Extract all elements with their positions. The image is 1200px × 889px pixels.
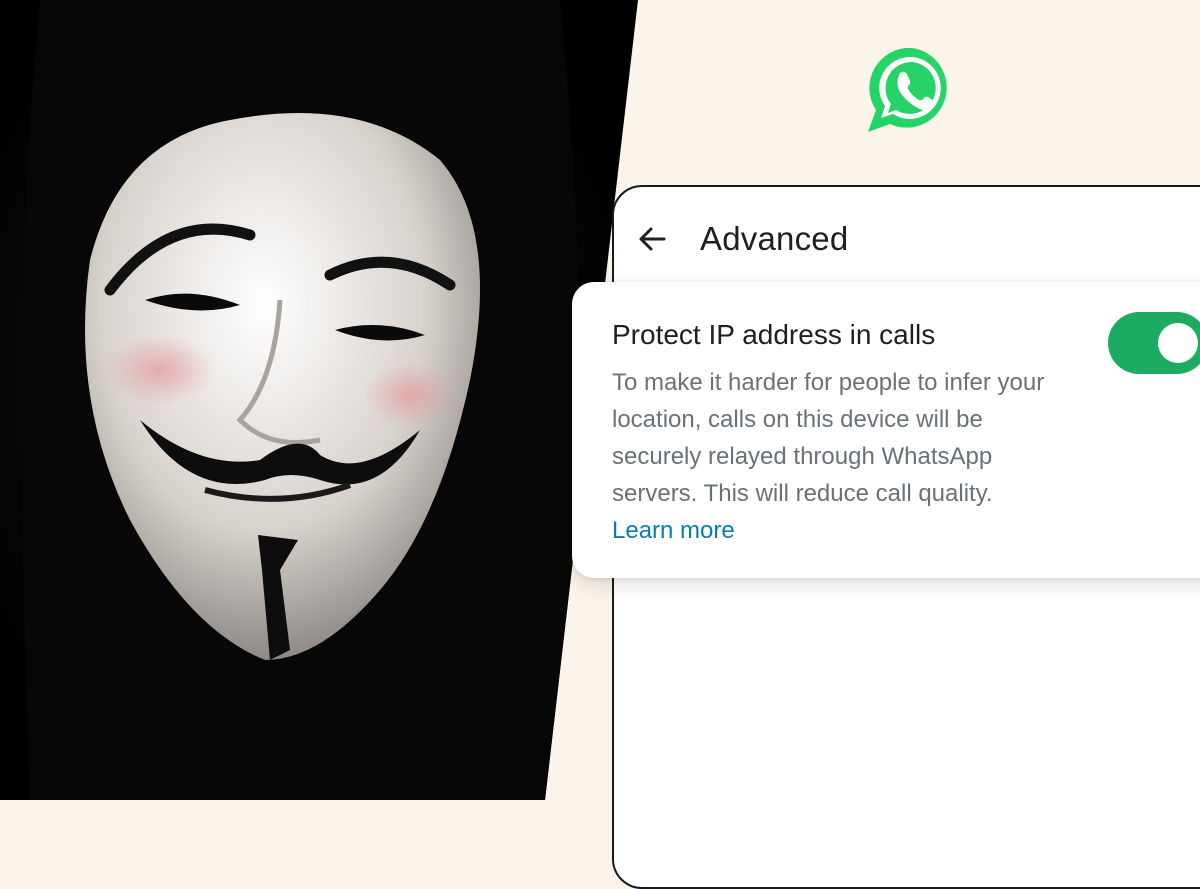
- app-bar: Advanced: [614, 187, 1200, 287]
- toggle-knob: [1158, 323, 1198, 363]
- whatsapp-logo-icon: [868, 47, 947, 133]
- setting-card[interactable]: Protect IP address in calls To make it h…: [572, 282, 1200, 578]
- description-text: To make it harder for people to infer yo…: [612, 369, 1045, 507]
- setting-description: To make it harder for people to infer yo…: [612, 364, 1052, 549]
- arrow-left-icon[interactable]: [636, 223, 668, 255]
- page-title: Advanced: [700, 220, 849, 257]
- setting-title: Protect IP address in calls: [612, 319, 936, 350]
- protect-ip-toggle[interactable]: [1108, 312, 1200, 374]
- learn-more-link[interactable]: Learn more: [612, 517, 735, 544]
